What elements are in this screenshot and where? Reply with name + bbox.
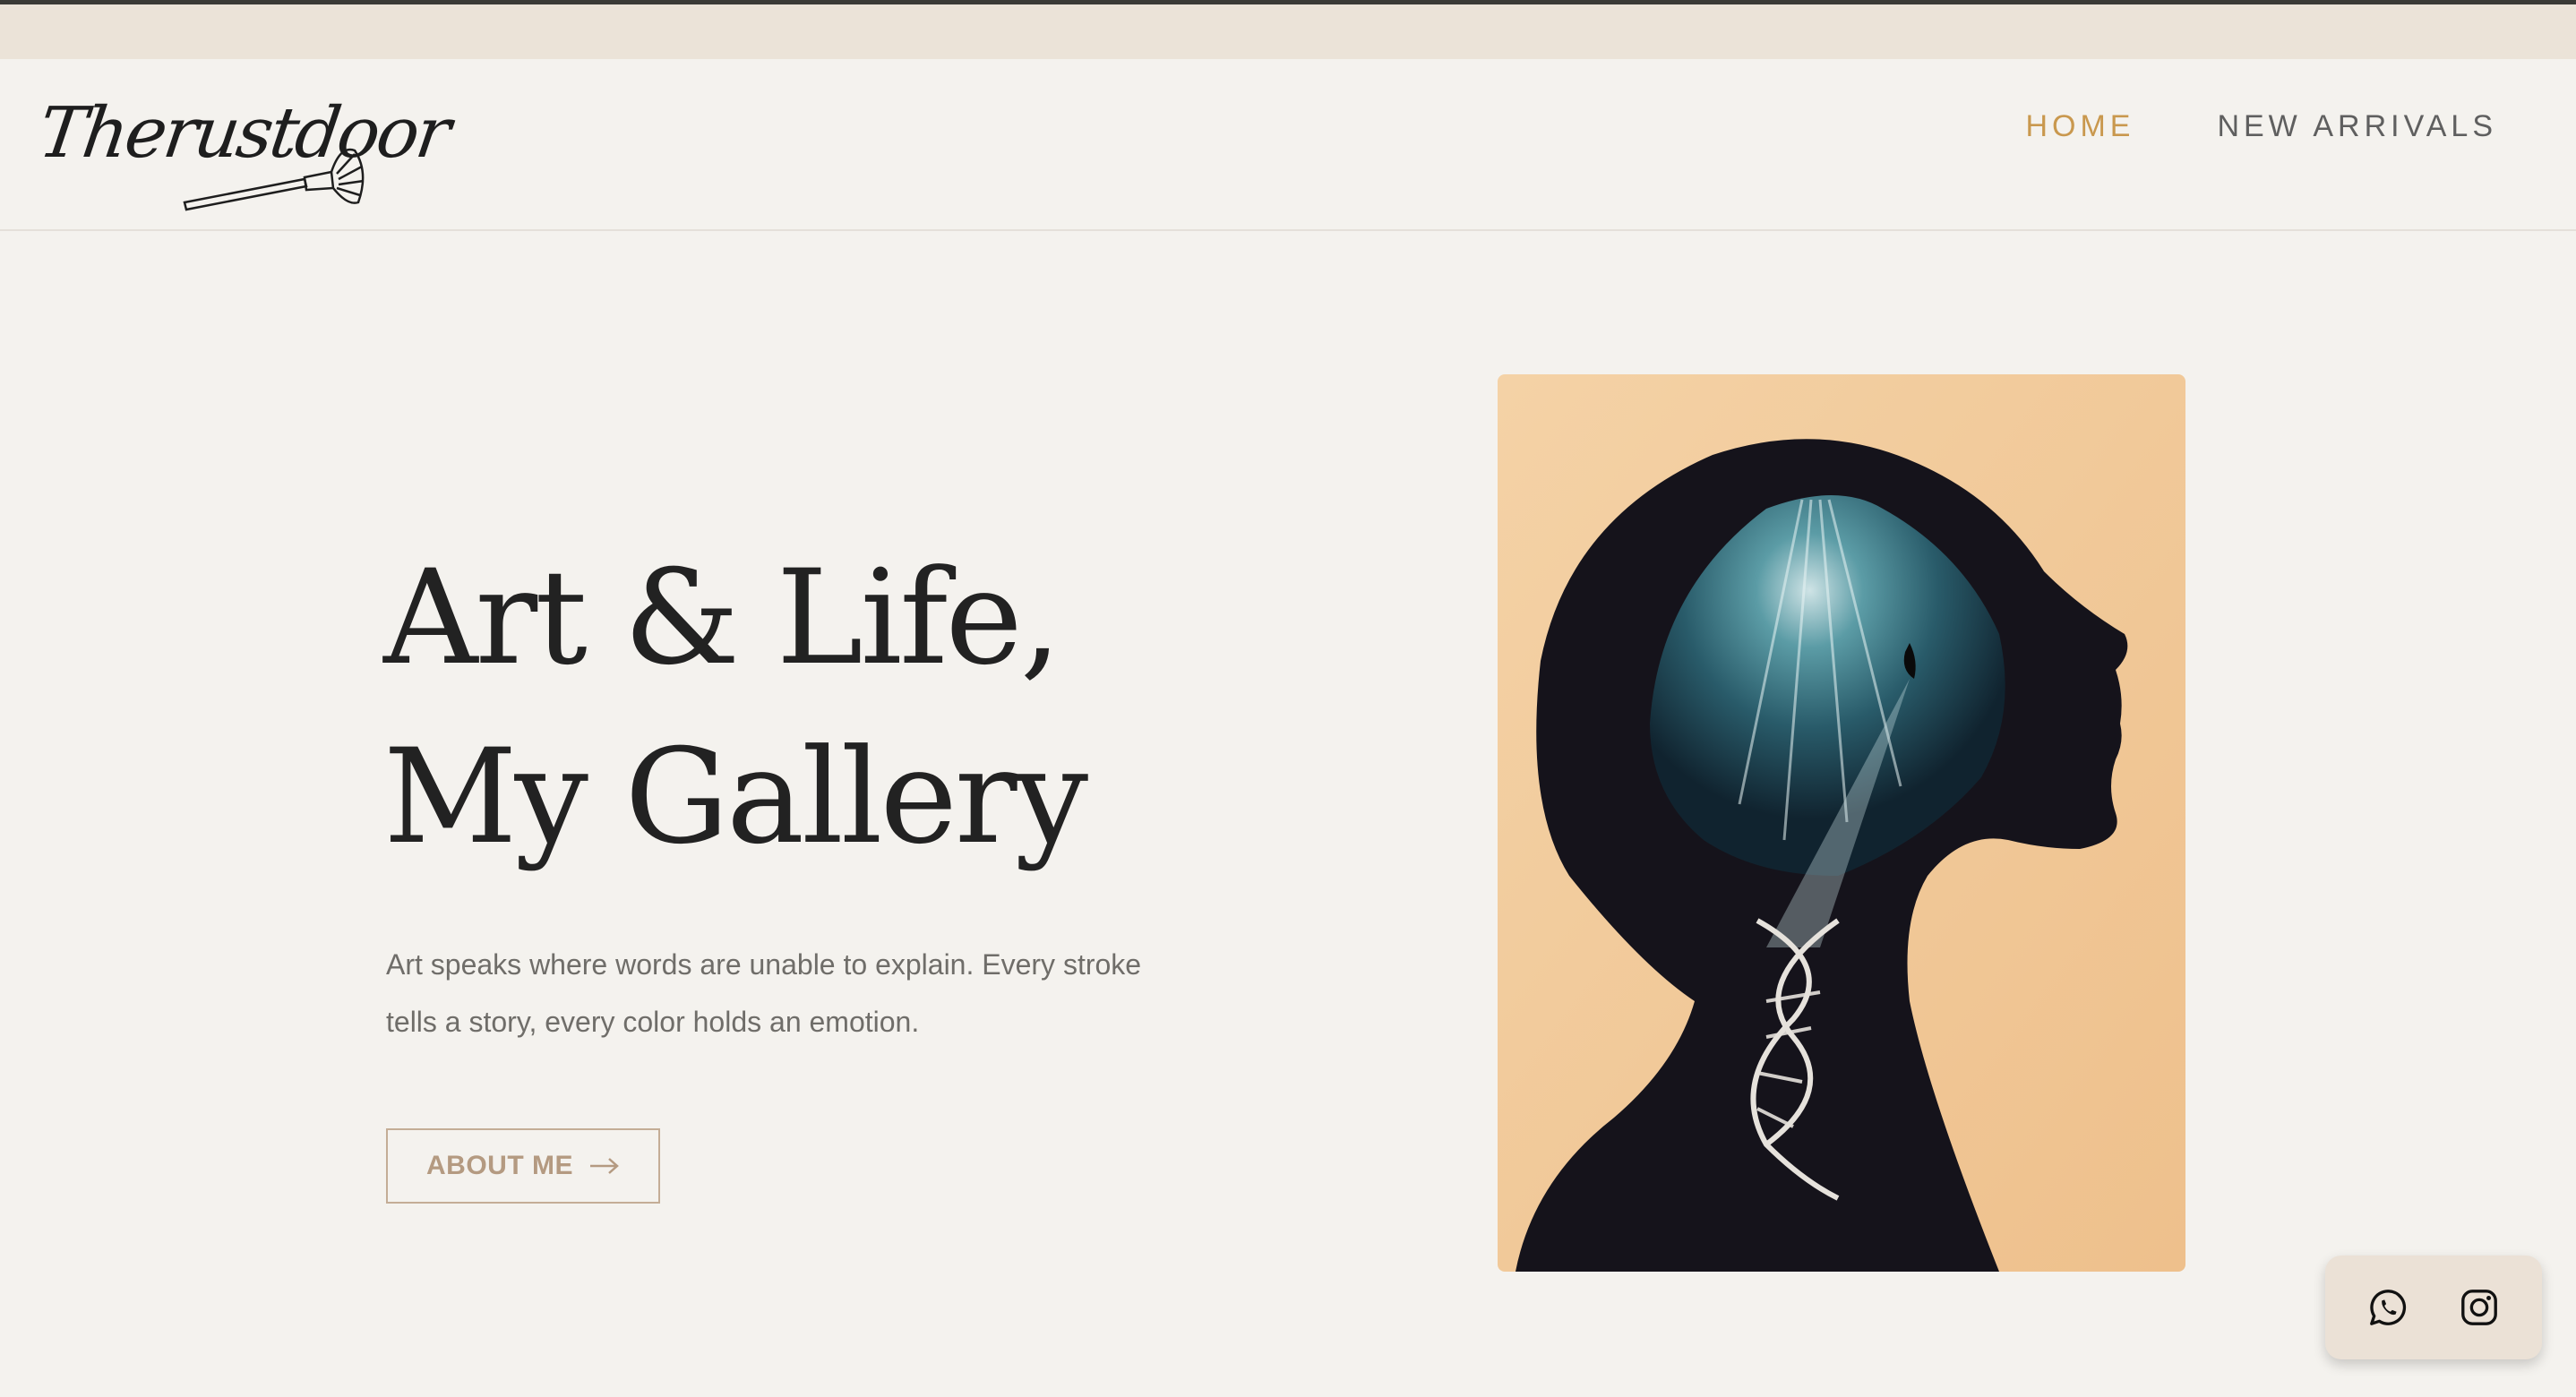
paintbrush-icon <box>183 148 365 211</box>
featured-artwork <box>1498 374 2185 1272</box>
nav-new-arrivals-link[interactable]: NEW ARRIVALS <box>2217 109 2497 144</box>
about-me-label: ABOUT ME <box>426 1151 573 1180</box>
about-me-button[interactable]: ABOUT ME <box>386 1128 660 1204</box>
nav-home-link[interactable]: HOME <box>2025 109 2134 144</box>
social-links-panel <box>2325 1256 2542 1359</box>
hero-title-line-2: My Gallery <box>383 721 1088 873</box>
main-nav: HOME NEW ARRIVALS <box>2025 109 2497 144</box>
whatsapp-icon[interactable] <box>2367 1287 2409 1328</box>
hero-title-line-1: Art & Life, <box>383 542 1061 694</box>
hero-description: Art speaks where words are unable to exp… <box>386 948 1142 1038</box>
hero-title: Art & Life, My Gallery <box>383 528 1088 887</box>
arrow-right-icon <box>590 1158 619 1174</box>
artwork-image <box>1498 374 2185 1272</box>
site-header: Therustdoor HOME NEW ARRIVALS <box>0 59 2576 231</box>
top-announcement-strip <box>0 0 2576 59</box>
instagram-icon[interactable] <box>2459 1287 2500 1328</box>
site-logo[interactable]: Therustdoor <box>34 86 453 220</box>
